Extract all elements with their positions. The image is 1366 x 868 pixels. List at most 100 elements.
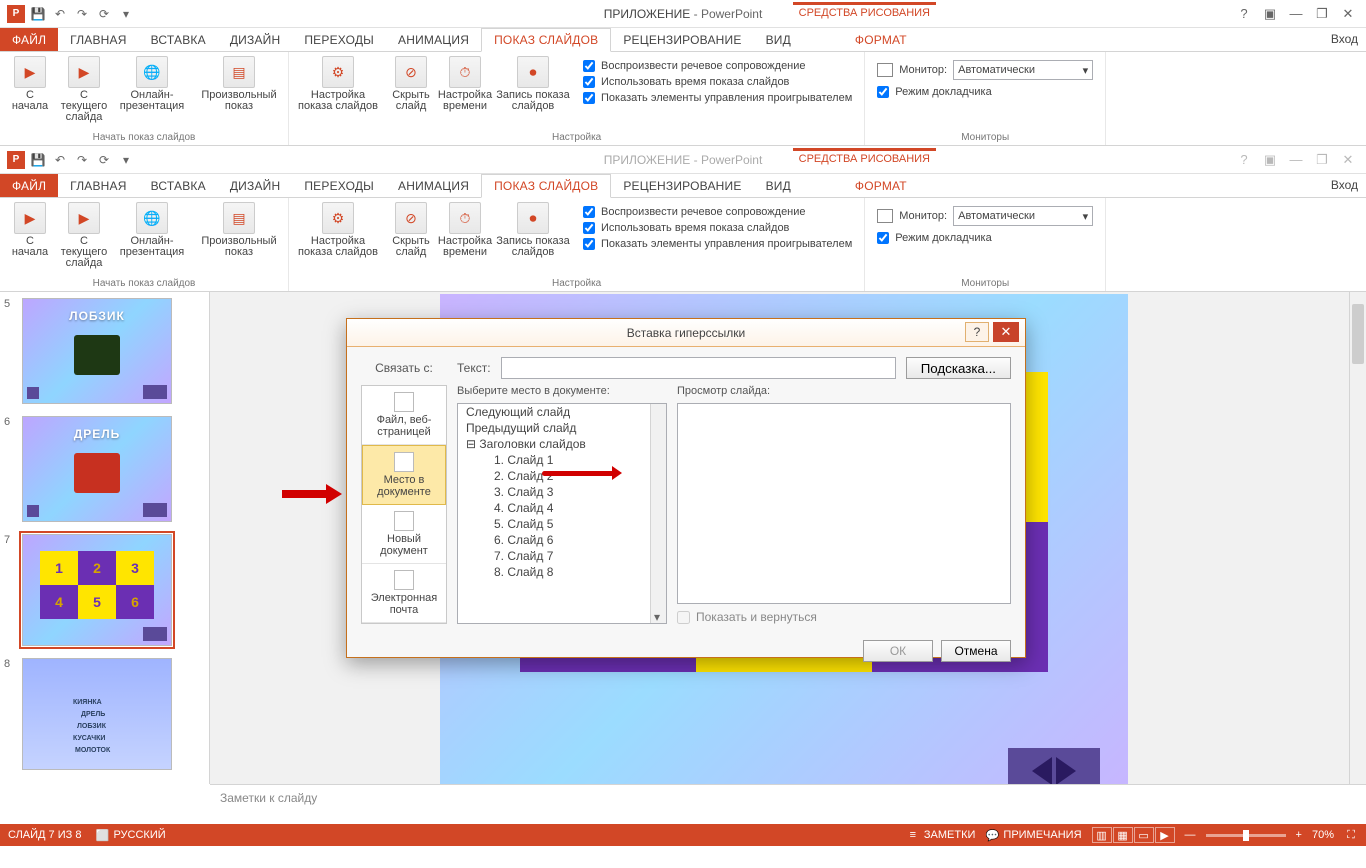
tab-file[interactable]: ФАЙЛ (0, 174, 58, 197)
thumb-8[interactable]: КИЯНКА ДРЕЛЬ ЛОБЗИК КУСАЧКИ МОЛОТОК (22, 658, 172, 770)
slide-panel[interactable]: 5 ЛОБЗИК 6 ДРЕЛЬ 7 1 2 3 (0, 292, 210, 784)
link-to-place[interactable]: Место вдокументе (362, 445, 446, 505)
tab-format[interactable]: ФОРМАТ (843, 28, 919, 51)
reading-view-icon[interactable]: ▭ (1134, 827, 1154, 843)
tree-prev[interactable]: Предыдущий слайд (458, 420, 666, 436)
monitor-select[interactable]: Автоматически▾ (953, 206, 1093, 226)
save-icon[interactable]: 💾 (28, 4, 48, 24)
btn-hide-slide[interactable]: ⊘Скрытьслайд (385, 54, 437, 130)
zoom-slider[interactable] (1206, 834, 1286, 837)
help-icon[interactable]: ? (1232, 150, 1256, 170)
tree-slide-5[interactable]: 5. Слайд 5 (458, 516, 666, 532)
tab-slideshow[interactable]: ПОКАЗ СЛАЙДОВ (481, 174, 611, 198)
chk-narration[interactable]: Воспроизвести речевое сопровождение (583, 206, 852, 218)
touch-icon[interactable]: ▾ (116, 4, 136, 24)
chk-narration[interactable]: Воспроизвести речевое сопровождение (583, 60, 852, 72)
tab-review[interactable]: РЕЦЕНЗИРОВАНИЕ (611, 28, 753, 51)
chk-timings[interactable]: Использовать время показа слайдов (583, 76, 852, 88)
btn-hide-slide[interactable]: ⊘Скрытьслайд (385, 200, 437, 276)
tab-transitions[interactable]: ПЕРЕХОДЫ (292, 28, 386, 51)
zoom-plus[interactable]: + (1296, 829, 1302, 841)
chk-controls[interactable]: Показать элементы управления проигрывате… (583, 92, 852, 104)
tab-insert[interactable]: ВСТАВКА (139, 28, 218, 51)
btn-online-present[interactable]: 🌐Онлайн-презентация (112, 200, 192, 276)
thumb-5[interactable]: ЛОБЗИК (22, 298, 172, 404)
tab-file[interactable]: ФАЙЛ (0, 28, 58, 51)
arrow-left-icon[interactable] (1032, 757, 1052, 784)
btn-from-start[interactable]: ▶Сначала (4, 54, 56, 130)
btn-custom-show[interactable]: ▤Произвольныйпоказ (194, 200, 284, 276)
zoom-minus[interactable]: — (1185, 829, 1196, 841)
redo-icon[interactable]: ↷ (72, 150, 92, 170)
tree-slide-4[interactable]: 4. Слайд 4 (458, 500, 666, 516)
btn-record[interactable]: ⏺Запись показаслайдов (493, 200, 573, 276)
tab-home[interactable]: ГЛАВНАЯ (58, 28, 138, 51)
chk-timings[interactable]: Использовать время показа слайдов (583, 222, 852, 234)
restore-icon[interactable]: ❐ (1310, 4, 1334, 24)
ribbon-opts-icon[interactable]: ▣ (1258, 4, 1282, 24)
tab-slideshow[interactable]: ПОКАЗ СЛАЙДОВ (481, 28, 611, 52)
tab-review[interactable]: РЕЦЕНЗИРОВАНИЕ (611, 174, 753, 197)
tree-slide-8[interactable]: 8. Слайд 8 (458, 564, 666, 580)
notes-pane[interactable]: Заметки к слайду (210, 784, 1366, 824)
language[interactable]: ⬜РУССКИЙ (95, 828, 165, 842)
btn-setup-show[interactable]: ⚙Настройкапоказа слайдов (293, 200, 383, 276)
tree-next[interactable]: Следующий слайд (458, 404, 666, 420)
scroll-thumb[interactable] (1352, 304, 1364, 364)
zoom-value[interactable]: 70% (1312, 829, 1334, 841)
btn-from-current[interactable]: ▶С текущегослайда (58, 200, 110, 276)
arrow-right-icon[interactable] (1056, 757, 1076, 784)
btn-from-start[interactable]: ▶Сначала (4, 200, 56, 276)
link-to-email[interactable]: Электроннаяпочта (362, 564, 446, 623)
tree-slide-3[interactable]: 3. Слайд 3 (458, 484, 666, 500)
tree-scrollbar[interactable]: ▾ (650, 404, 666, 623)
notes-toggle[interactable]: ≡ЗАМЕТКИ (906, 828, 976, 842)
chk-controls[interactable]: Показать элементы управления проигрывате… (583, 238, 852, 250)
btn-record[interactable]: ⏺Запись показаслайдов (493, 54, 573, 130)
tab-home[interactable]: ГЛАВНАЯ (58, 174, 138, 197)
tab-format[interactable]: ФОРМАТ (843, 174, 919, 197)
restore-icon[interactable]: ❐ (1310, 150, 1334, 170)
login-link[interactable]: Вход (1331, 32, 1358, 46)
tab-view[interactable]: ВИД (754, 28, 803, 51)
btn-rehearse[interactable]: ⏱Настройкавремени (439, 54, 491, 130)
close-icon[interactable]: ✕ (1336, 4, 1360, 24)
link-to-file[interactable]: Файл, веб-страницей (362, 386, 446, 445)
dialog-title[interactable]: Вставка гиперссылки ? ✕ (347, 319, 1025, 347)
thumb-6[interactable]: ДРЕЛЬ (22, 416, 172, 522)
link-to-new[interactable]: Новыйдокумент (362, 505, 446, 564)
btn-from-current[interactable]: ▶С текущегослайда (58, 54, 110, 130)
tab-animations[interactable]: АНИМАЦИЯ (386, 28, 481, 51)
minimize-icon[interactable]: — (1284, 150, 1308, 170)
tab-insert[interactable]: ВСТАВКА (139, 174, 218, 197)
fit-icon[interactable]: ⛶ (1344, 828, 1358, 842)
ribbon-opts-icon[interactable]: ▣ (1258, 150, 1282, 170)
btn-rehearse[interactable]: ⏱Настройкавремени (439, 200, 491, 276)
help-icon[interactable]: ? (1232, 4, 1256, 24)
cancel-button[interactable]: Отмена (941, 640, 1011, 662)
tree-slide-7[interactable]: 7. Слайд 7 (458, 548, 666, 564)
text-input[interactable] (501, 357, 896, 379)
chk-presenter[interactable]: Режим докладчика (877, 232, 1093, 244)
tab-animations[interactable]: АНИМАЦИЯ (386, 174, 481, 197)
tab-design[interactable]: ДИЗАЙН (218, 174, 293, 197)
screentip-button[interactable]: Подсказка... (906, 357, 1011, 379)
btn-online-present[interactable]: 🌐Онлайн-презентация (112, 54, 192, 130)
touch-icon[interactable]: ▾ (116, 150, 136, 170)
dialog-close-icon[interactable]: ✕ (993, 322, 1019, 342)
monitor-select[interactable]: Автоматически▾ (953, 60, 1093, 80)
tree-slide-6[interactable]: 6. Слайд 6 (458, 532, 666, 548)
redo-icon[interactable]: ↷ (72, 4, 92, 24)
place-tree[interactable]: Следующий слайд Предыдущий слайд ⊟ Загол… (457, 403, 667, 624)
minimize-icon[interactable]: — (1284, 4, 1308, 24)
btn-setup-show[interactable]: ⚙Настройкапоказа слайдов (293, 54, 383, 130)
btn-custom-show[interactable]: ▤Произвольныйпоказ (194, 54, 284, 130)
comments-toggle[interactable]: 💬ПРИМЕЧАНИЯ (985, 828, 1081, 842)
chk-presenter[interactable]: Режим докладчика (877, 86, 1093, 98)
slide-nav[interactable] (1008, 748, 1100, 784)
undo-icon[interactable]: ↶ (50, 4, 70, 24)
tab-design[interactable]: ДИЗАЙН (218, 28, 293, 51)
vertical-scrollbar[interactable] (1349, 292, 1366, 784)
sorter-view-icon[interactable]: ▦ (1113, 827, 1133, 843)
ok-button[interactable]: ОК (863, 640, 933, 662)
